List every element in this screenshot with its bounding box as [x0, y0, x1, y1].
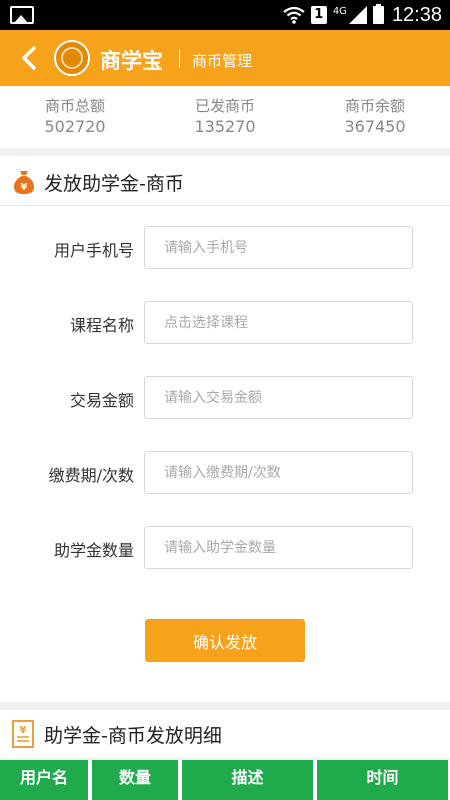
- section-title: 发放助学金-商币: [44, 173, 184, 195]
- svg-text:¥: ¥: [20, 725, 27, 736]
- chevron-left-icon[interactable]: [18, 43, 42, 73]
- amount-input[interactable]: [144, 376, 413, 419]
- shangxuebao-logo-icon: [54, 40, 90, 76]
- section-header: ¥ 发放助学金-商币: [0, 156, 450, 206]
- money-bag-icon: ¥: [14, 171, 34, 194]
- signal-icon: [348, 6, 367, 24]
- yuan-document-icon: ¥: [12, 720, 34, 748]
- svg-text:¥: ¥: [21, 182, 28, 193]
- course-select[interactable]: [144, 301, 413, 344]
- stat-total: 商币总额 502720: [0, 86, 150, 148]
- column-header: 用户名: [0, 760, 90, 800]
- confirm-issue-button[interactable]: 确认发放: [145, 619, 305, 662]
- stat-value: 135270: [194, 117, 256, 136]
- quantity-label: 助学金数量: [53, 541, 134, 560]
- page-title: 商币管理: [192, 52, 253, 70]
- stat-label: 商币总额: [44, 97, 105, 115]
- column-header: 数量: [90, 760, 180, 800]
- issue-form-card: ¥ 发放助学金-商币 用户手机号 课程名称 交易金额 缴费期/次数 助学金数量 …: [0, 156, 450, 702]
- detail-title: 助学金-商币发放明细: [44, 725, 222, 747]
- phone-input[interactable]: [144, 226, 413, 269]
- phone-label: 用户手机号: [53, 241, 134, 260]
- clock: 12:38: [391, 3, 442, 26]
- stat-label: 已发商币: [194, 97, 255, 115]
- coin-stats: 商币总额 502720 已发商币 135270 商币余额 367450: [0, 86, 450, 148]
- column-header: 时间: [315, 760, 450, 800]
- stat-balance: 商币余额 367450: [300, 86, 450, 148]
- stat-label: 商币余额: [344, 97, 405, 115]
- amount-label: 交易金额: [69, 391, 134, 410]
- stat-value: 502720: [44, 117, 106, 136]
- brand-name: 商学宝: [100, 49, 163, 73]
- app-header: 商学宝 商币管理: [0, 30, 450, 86]
- battery-icon: [372, 4, 384, 24]
- status-bar: 1 4G 12:38: [0, 0, 450, 30]
- period-input[interactable]: [144, 451, 413, 494]
- header-divider: [179, 49, 180, 68]
- quantity-input[interactable]: [144, 526, 413, 569]
- course-label: 课程名称: [69, 316, 134, 335]
- detail-table-header: 用户名 数量 描述 时间: [0, 760, 450, 800]
- network-type: 4G: [332, 5, 347, 17]
- column-header: 描述: [180, 760, 315, 800]
- wifi-icon: [283, 6, 305, 24]
- detail-section-header: ¥ 助学金-商币发放明细: [0, 710, 450, 758]
- period-label: 缴费期/次数: [48, 466, 134, 485]
- stat-value: 367450: [344, 117, 406, 136]
- sim-indicator: 1: [310, 6, 327, 24]
- stat-issued: 已发商币 135270: [150, 86, 300, 148]
- gallery-notification-icon: [10, 6, 34, 24]
